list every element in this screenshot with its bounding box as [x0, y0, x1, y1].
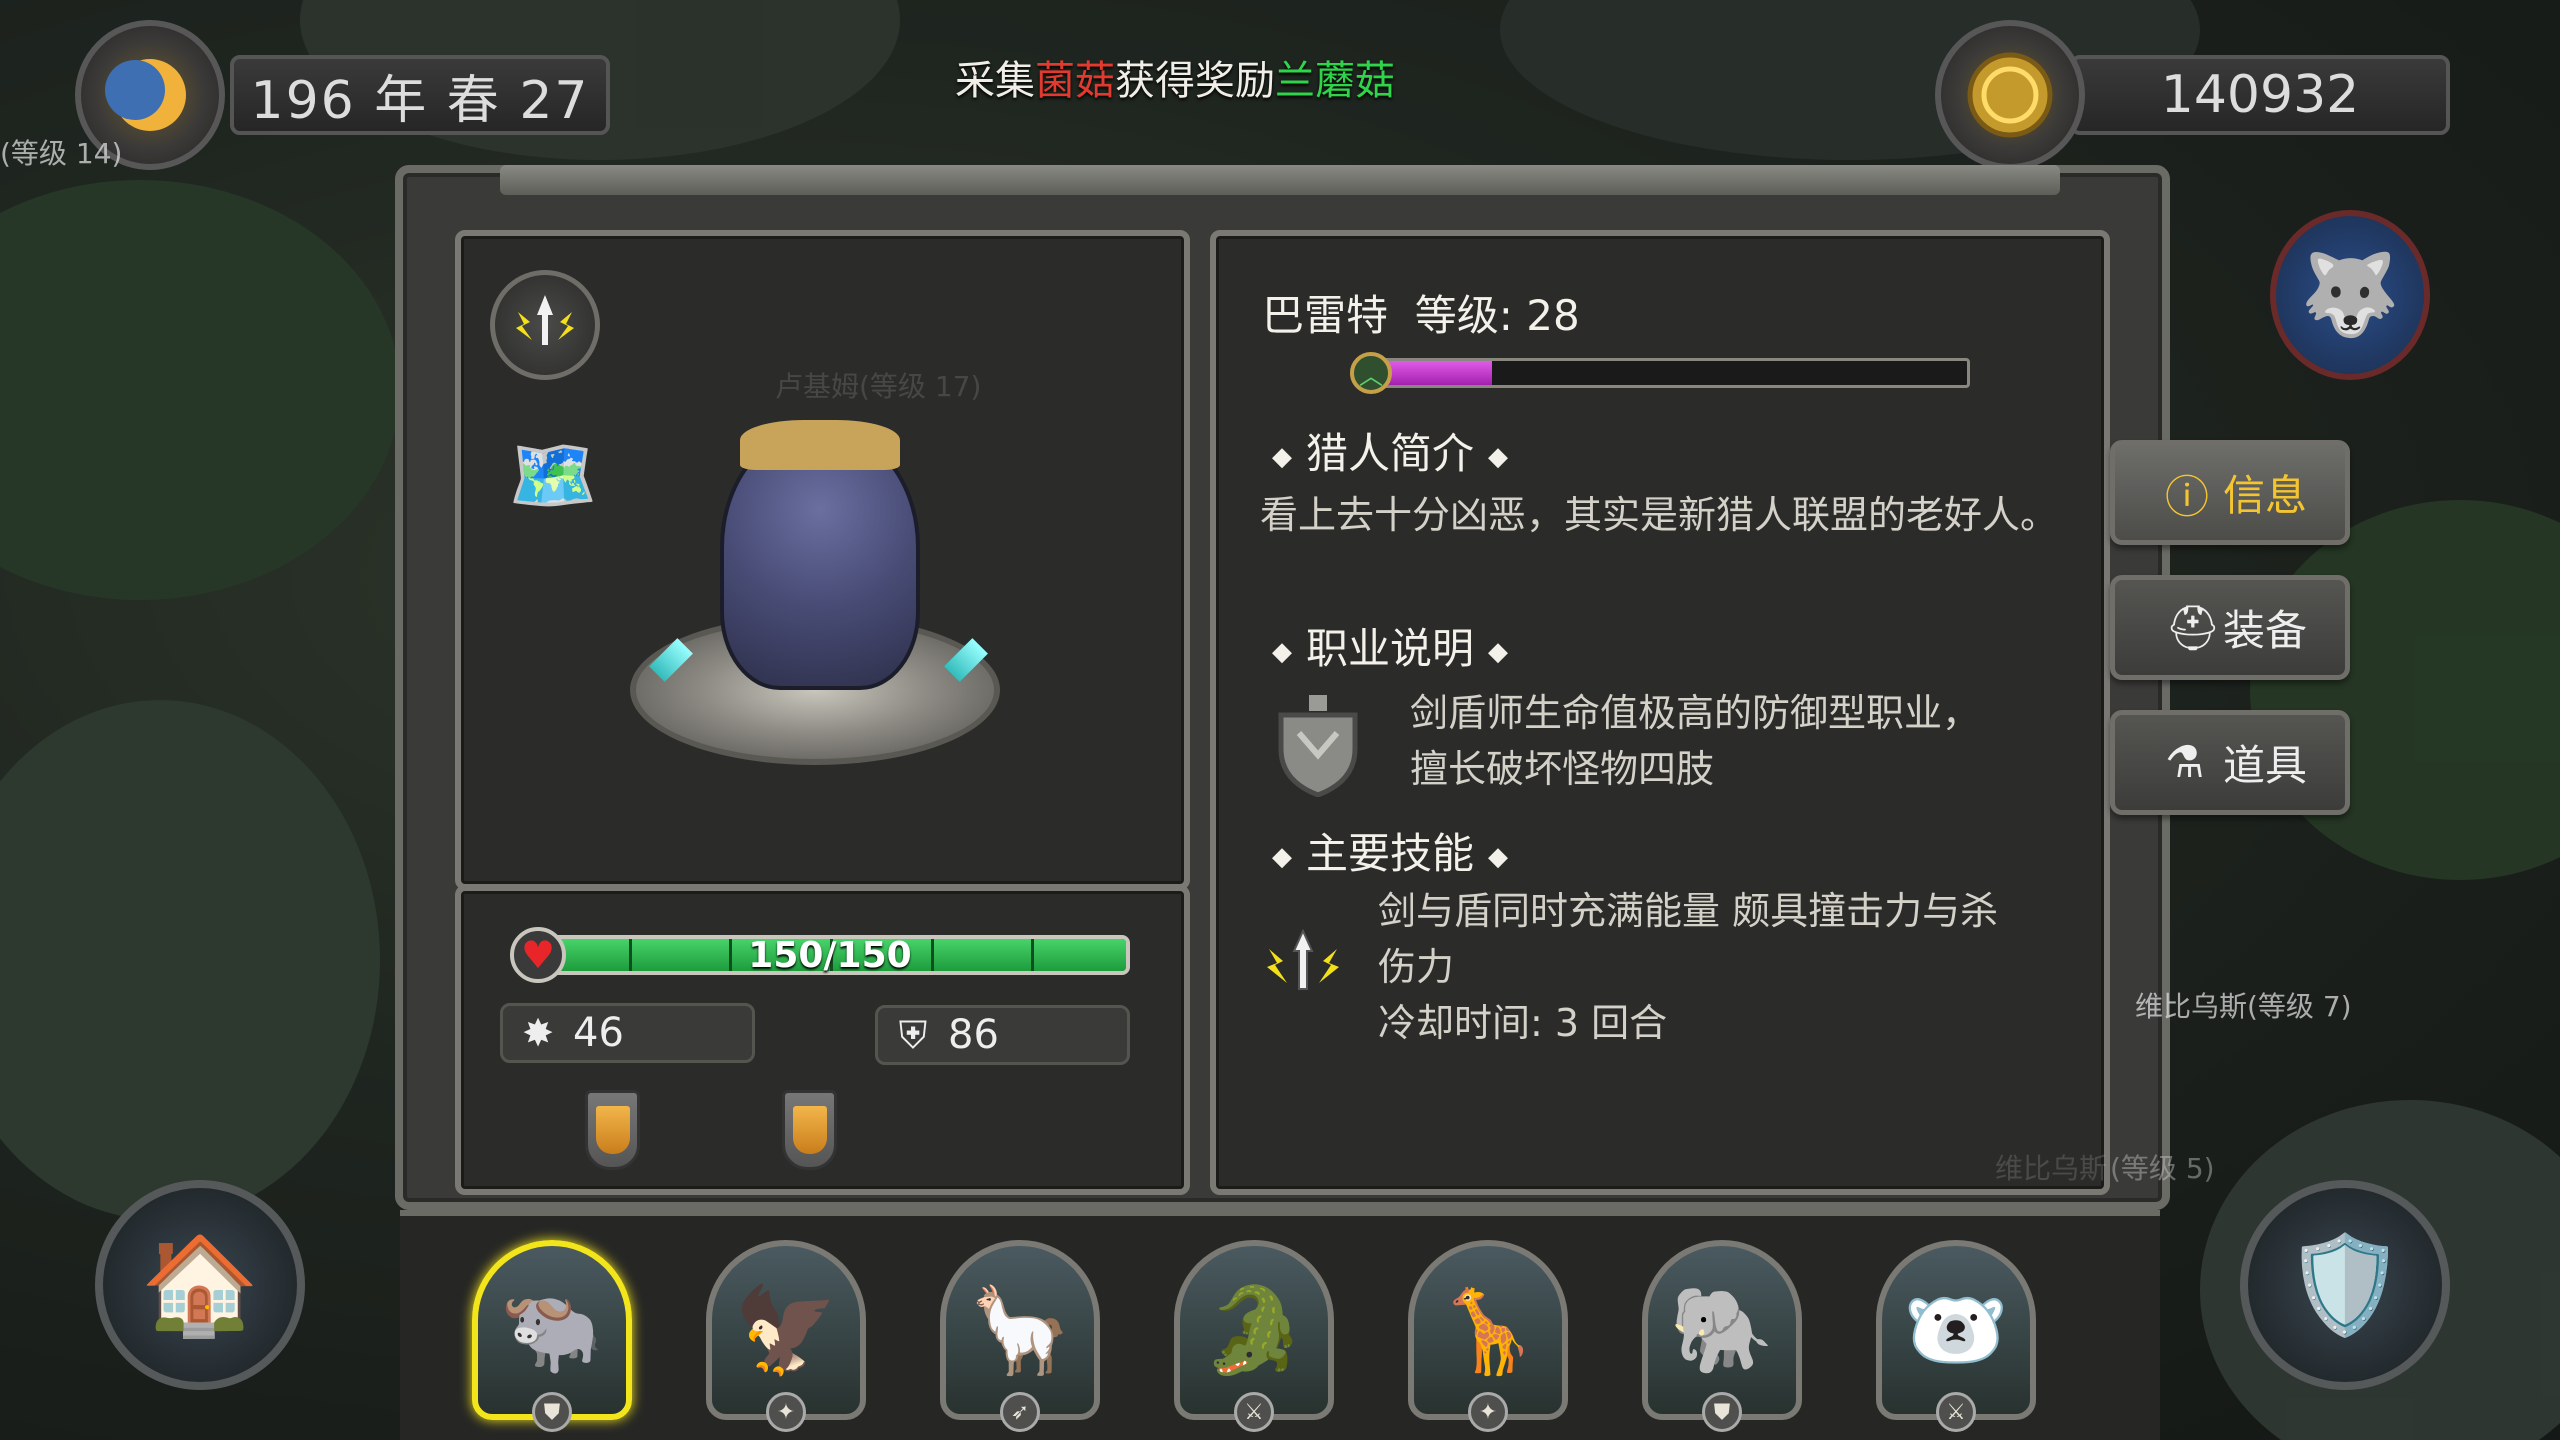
hero-title: 巴雷特 等级: 28 — [1262, 282, 1580, 343]
frame-top-rail — [500, 165, 2060, 195]
ticker-middle: 获得奖励 — [1115, 58, 1275, 104]
xp-track — [1378, 358, 1970, 388]
hp-bar: 150/150 ♥ — [510, 927, 1130, 983]
knight-armor-icon: 🛡️ — [2285, 1228, 2405, 1341]
skill-badge-icon[interactable] — [490, 270, 600, 380]
defense-stat: ⛨ 86 — [875, 1005, 1130, 1065]
tab-items[interactable]: ⚗ 道具 — [2110, 710, 2350, 815]
crocodile-hero-icon: 🐊 — [1201, 1280, 1307, 1379]
heart-icon: ♥ — [510, 927, 566, 983]
job-line-2: 擅长破坏怪物四肢 — [1410, 747, 1715, 791]
rank-chevron-icon: ︿ — [1350, 352, 1392, 394]
skill-heading: ◆ 主要技能 ◆ — [1272, 829, 1509, 878]
buffalo-hero-icon: 🐃 — [499, 1280, 605, 1379]
elephant-hero-icon: 🐘 — [1669, 1280, 1775, 1379]
tab-info[interactable]: ⓘ 信息 — [2110, 440, 2350, 545]
tab-equipment-label: 装备 — [2223, 606, 2308, 655]
equipment-slot-1[interactable] — [585, 1090, 640, 1170]
armor-icon — [1278, 695, 1357, 797]
skill-line-2: 伤力 — [1378, 945, 1455, 989]
equipment-slot-2[interactable] — [782, 1090, 837, 1170]
info-icon: ⓘ — [2165, 471, 2209, 523]
diamond-icon: ◆ — [1488, 441, 1509, 472]
hero-name: 巴雷特 — [1262, 291, 1389, 340]
npc-name-label: 维比乌斯(等级 7) — [2135, 990, 2352, 1023]
roster-portrait-buffalo-hero[interactable]: 🐃 ⛊ — [472, 1240, 632, 1432]
game-date: 196 年 春 27 — [230, 55, 610, 135]
tab-info-label: 信息 — [2223, 471, 2308, 520]
diamond-icon: ◆ — [1272, 441, 1292, 472]
defense-shield-icon: ⛨ — [898, 1012, 928, 1057]
ticker-prefix: 采集 — [955, 58, 1035, 104]
class-shield-icon: ⛊ — [1702, 1392, 1742, 1432]
attack-burst-icon: ✸ — [522, 1011, 554, 1055]
npc-level-label: (等级 14) — [0, 137, 123, 170]
roster-portrait-eagle-hero[interactable]: 🦅 ✦ — [706, 1240, 866, 1432]
skill-cooldown: 冷却时间: 3 回合 — [1378, 1001, 1668, 1045]
ticker-reward: 兰蘑菇 — [1275, 58, 1395, 104]
diamond-icon: ◆ — [1488, 636, 1509, 667]
npc-ghost-level-label: (等级 5) — [2110, 1152, 2215, 1185]
giraffe-hero-icon: 🦒 — [1435, 1280, 1541, 1379]
ticker-item: 菌菇 — [1035, 58, 1115, 104]
roster-portrait-giraffe-hero[interactable]: 🦒 ✦ — [1408, 1240, 1568, 1432]
treasure-map-icon[interactable]: 🗺️ — [488, 425, 618, 525]
hp-value: 150/150 — [748, 934, 912, 976]
tab-items-label: 道具 — [2223, 741, 2308, 790]
coin-icon[interactable] — [1935, 20, 2085, 170]
npc-ghost-name-label: 维比乌斯 — [1995, 1152, 2108, 1185]
diamond-icon: ◆ — [1272, 636, 1292, 667]
hero-level: 等级: 28 — [1414, 291, 1580, 340]
helmet-icon: ⛑ — [2165, 602, 2221, 654]
xp-bar: ︿ — [1350, 352, 1970, 394]
skill-line-1: 剑与盾同时充满能量 颇具撞击力与杀 — [1378, 889, 1999, 933]
house-icon: 🏠 — [140, 1228, 260, 1341]
coin-counter: 140932 — [2070, 55, 2450, 135]
intro-heading: ◆ 猎人简介 ◆ — [1272, 429, 1509, 478]
class-sword-icon: ⚔ — [1936, 1392, 1976, 1432]
tab-equipment[interactable]: ⛑ 装备 — [2110, 575, 2350, 680]
class-claw-icon: ✦ — [766, 1392, 806, 1432]
alpaca-hero-icon: 🦙 — [967, 1280, 1073, 1379]
skill-sword-lightning-icon[interactable] — [1258, 925, 1348, 1005]
defense-value: 86 — [948, 1012, 999, 1058]
roster-portrait-crocodile-hero[interactable]: 🐊 ⚔ — [1174, 1240, 1334, 1432]
diamond-icon: ◆ — [1272, 841, 1292, 872]
polar-bear-hero-icon: 🐻‍❄️ — [1903, 1280, 2009, 1379]
class-sword-icon: ⚔ — [1234, 1392, 1274, 1432]
hero-hat — [740, 420, 900, 470]
job-heading: ◆ 职业说明 ◆ — [1272, 624, 1509, 673]
job-description: 剑盾师生命值极高的防御型职业， 擅长破坏怪物四肢 — [1410, 685, 2090, 797]
roster-portrait-elephant-hero[interactable]: 🐘 ⛊ — [1642, 1240, 1802, 1432]
attack-stat: ✸ 46 — [500, 1003, 755, 1063]
home-button[interactable]: 🏠 — [95, 1180, 305, 1390]
reward-ticker: 采集菌菇获得奖励兰蘑菇 — [955, 48, 1395, 106]
sun-moon-icon — [105, 59, 186, 131]
job-line-1: 剑盾师生命值极高的防御型职业， — [1410, 691, 1981, 735]
skill-description: 剑与盾同时充满能量 颇具撞击力与杀 伤力 冷却时间: 3 回合 — [1378, 883, 2098, 1051]
battle-button[interactable]: 🛡️ — [2240, 1180, 2450, 1390]
gold-coin-icon — [1967, 52, 2053, 138]
shield-job-icon — [1270, 690, 1365, 800]
class-bow-icon: ➶ — [1000, 1392, 1040, 1432]
roster-portrait-polar-bear-hero[interactable]: 🐻‍❄️ ⚔ — [1876, 1240, 2036, 1432]
eagle-hero-icon: 🦅 — [733, 1280, 839, 1379]
sword-lightning-icon — [516, 295, 574, 345]
background-npc-label: 卢基姆(等级 17) — [775, 370, 982, 403]
intro-text: 看上去十分凶恶，其实是新猎人联盟的老好人。 — [1260, 493, 2059, 537]
sword-lightning-icon — [1267, 929, 1339, 990]
guild-badge-icon[interactable]: 🐺 — [2270, 210, 2430, 380]
attack-value: 46 — [573, 1010, 624, 1056]
diamond-icon: ◆ — [1488, 841, 1509, 872]
roster-portrait-alpaca-hero[interactable]: 🦙 ➶ — [940, 1240, 1100, 1432]
class-claw-icon: ✦ — [1468, 1392, 1508, 1432]
xp-fill — [1381, 361, 1493, 385]
class-shield-icon: ⛊ — [532, 1392, 572, 1432]
potion-icon: ⚗ — [2165, 737, 2205, 788]
